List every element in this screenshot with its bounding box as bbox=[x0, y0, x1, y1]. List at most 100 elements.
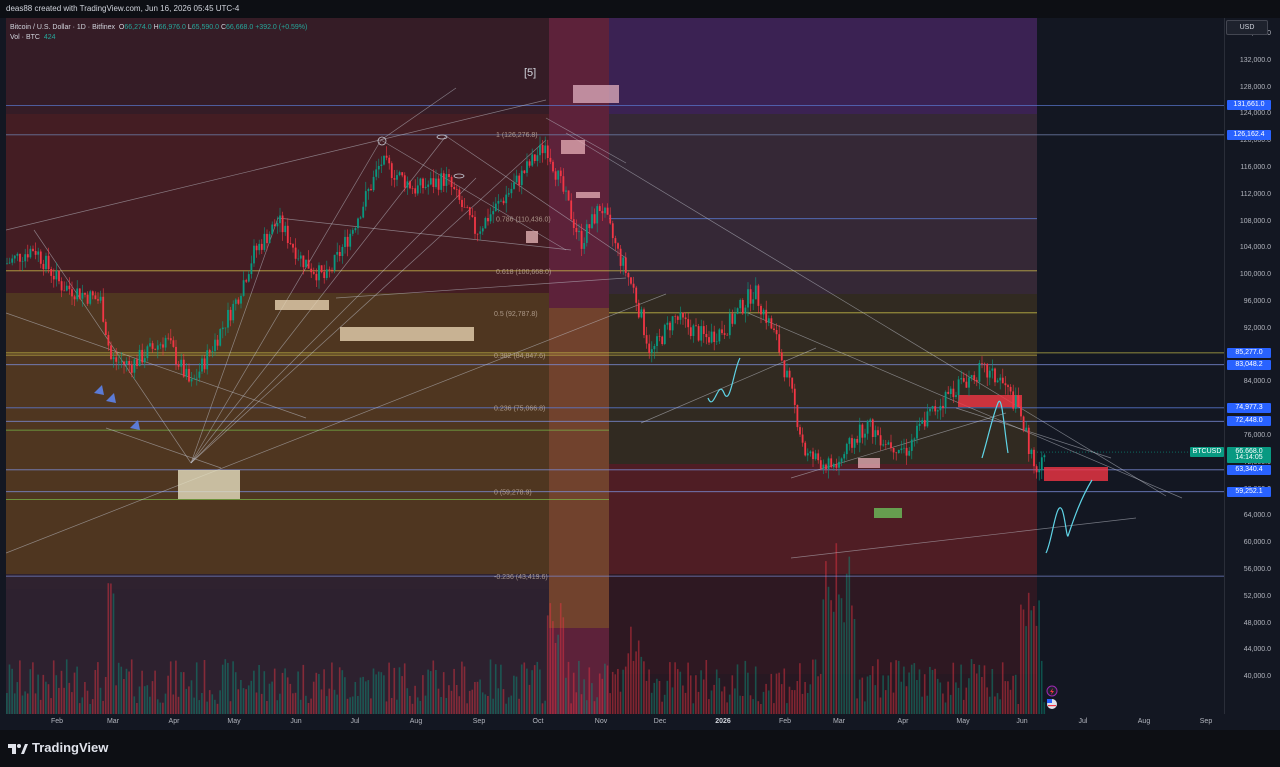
zone-box bbox=[561, 140, 585, 154]
candle-body bbox=[55, 270, 58, 280]
volume-bar bbox=[507, 697, 510, 714]
fib-label: 0.236 (75,066.8) bbox=[494, 405, 545, 412]
candle-body bbox=[882, 444, 885, 446]
chart-pane[interactable]: 1 (126,276.8) 0.786 (110,436.0) 0.618 (100… bbox=[6, 18, 1224, 714]
candle-body bbox=[253, 245, 255, 264]
volume-bar bbox=[991, 669, 994, 714]
candle-body bbox=[279, 215, 281, 224]
volume-bar bbox=[294, 692, 297, 714]
volume-bar bbox=[11, 668, 13, 714]
candle-body bbox=[247, 274, 250, 282]
candle-body bbox=[1020, 406, 1022, 417]
author-line: deas88 created with TradingView.com, Jun… bbox=[6, 4, 240, 13]
volume-bar bbox=[1040, 660, 1043, 714]
candle-body bbox=[84, 292, 86, 295]
volume-bar bbox=[123, 679, 125, 714]
candle-body bbox=[349, 233, 352, 247]
candle-body bbox=[185, 368, 188, 377]
volume-bar bbox=[999, 699, 1001, 714]
volume-bar bbox=[286, 677, 289, 714]
price-scale[interactable]: 136,000.0132,000.0128,000.0124,000.0120,… bbox=[1224, 18, 1280, 714]
volume-bar bbox=[744, 660, 747, 714]
candle-body bbox=[432, 178, 435, 187]
candle-body bbox=[999, 377, 1002, 381]
candle-body bbox=[333, 254, 336, 271]
candle-body bbox=[637, 302, 640, 318]
candle-body bbox=[546, 145, 549, 158]
candle-body bbox=[910, 439, 913, 451]
volume-bar bbox=[848, 556, 851, 714]
volume-bar bbox=[247, 685, 250, 714]
symbol-legend[interactable]: Bitcoin / U.S. Dollar · 1D · Bitfinex O6… bbox=[10, 23, 307, 43]
time-tick: Sep bbox=[1199, 718, 1213, 725]
candle-body bbox=[172, 340, 175, 347]
volume-bar bbox=[973, 664, 975, 714]
candle-body bbox=[453, 187, 456, 189]
volume-bar bbox=[107, 583, 110, 714]
volume-bar bbox=[406, 688, 409, 714]
volume-bar bbox=[71, 692, 73, 714]
volume-bar bbox=[718, 678, 721, 714]
candle-body bbox=[110, 345, 112, 360]
volume-bar bbox=[723, 686, 726, 714]
price-badge: 14:14:05 bbox=[1227, 452, 1271, 463]
volume-bar bbox=[734, 688, 736, 714]
tradingview-brand[interactable]: TradingView bbox=[8, 740, 108, 755]
volume-bar bbox=[890, 662, 892, 714]
zone-box bbox=[874, 508, 902, 518]
volume-bar bbox=[609, 693, 611, 714]
volume-bar bbox=[708, 699, 710, 714]
volume-label[interactable]: Vol · BTC bbox=[10, 34, 40, 41]
volume-bar bbox=[791, 690, 793, 714]
candle-body bbox=[403, 175, 406, 188]
candle-body bbox=[994, 368, 996, 383]
candle-body bbox=[588, 224, 591, 229]
volume-bar bbox=[682, 685, 684, 714]
volume-bar bbox=[645, 680, 648, 714]
candle-body bbox=[721, 329, 723, 334]
volume-bar bbox=[156, 699, 159, 714]
volume-bar bbox=[448, 685, 450, 714]
volume-bar bbox=[562, 617, 565, 714]
volume-bar bbox=[13, 693, 16, 714]
volume-bar bbox=[676, 669, 679, 714]
candle-body bbox=[520, 170, 523, 186]
volume-bar bbox=[229, 701, 232, 714]
volume-bar bbox=[934, 668, 936, 714]
volume-bar bbox=[687, 662, 689, 714]
volume-bar bbox=[1001, 662, 1004, 714]
volume-bar bbox=[455, 685, 458, 714]
candle-body bbox=[728, 313, 731, 336]
candle-body bbox=[760, 305, 762, 315]
lightning-event-icon[interactable] bbox=[1046, 685, 1058, 697]
volume-bar bbox=[338, 667, 341, 714]
volume-bar bbox=[780, 684, 783, 714]
candle-body bbox=[879, 435, 882, 446]
candle-body bbox=[869, 419, 872, 421]
candle-body bbox=[149, 343, 151, 347]
candle-body bbox=[104, 321, 107, 335]
candle-body bbox=[575, 228, 578, 233]
volume-bar bbox=[328, 688, 331, 714]
candle-body bbox=[713, 331, 716, 342]
candle-body bbox=[198, 371, 201, 378]
chart-canvas[interactable]: 1 (126,276.8) 0.786 (110,436.0) 0.618 (100… bbox=[6, 18, 1224, 714]
volume-bar bbox=[500, 664, 502, 714]
candle-body bbox=[323, 272, 326, 278]
candle-body bbox=[552, 161, 554, 172]
candle-body bbox=[429, 178, 432, 185]
symbol-name[interactable]: Bitcoin / U.S. Dollar · 1D · Bitfinex bbox=[10, 24, 115, 31]
volume-bar bbox=[362, 676, 364, 714]
candle-body bbox=[138, 349, 141, 367]
candle-body bbox=[26, 254, 29, 258]
time-axis[interactable]: Feb Mar Apr May Jun Jul Aug Sep Oct Nov Dec 2026 Feb… bbox=[6, 714, 1224, 730]
candle-body bbox=[687, 319, 690, 328]
volume-bar bbox=[585, 700, 588, 714]
us-flag-icon[interactable] bbox=[1047, 699, 1057, 709]
candle-body bbox=[203, 358, 206, 370]
candle-body bbox=[814, 453, 817, 460]
currency-button[interactable]: USD bbox=[1226, 20, 1268, 35]
volume-bar bbox=[944, 702, 947, 714]
candle-body bbox=[1022, 416, 1025, 431]
volume-bar bbox=[700, 670, 702, 714]
